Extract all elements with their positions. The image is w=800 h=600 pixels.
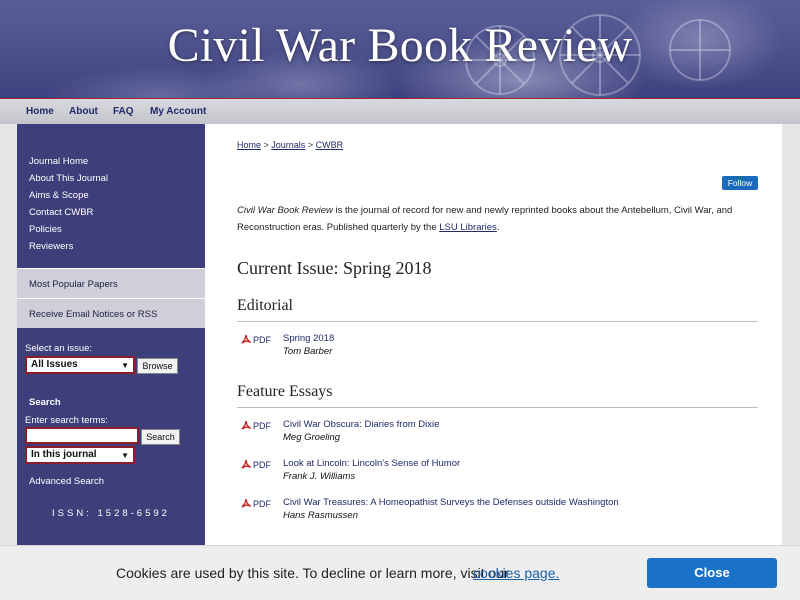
nav-about[interactable]: About [69,106,98,117]
caret-down-icon: ▼ [121,451,129,460]
breadcrumb-cwbr[interactable]: CWBR [316,140,344,150]
nav-home[interactable]: Home [26,106,54,117]
sidebar-link-about-journal[interactable]: About This Journal [29,173,108,184]
issn-text: ISSN: 1528-6592 [52,508,170,519]
pdf-icon [241,498,253,508]
article-author: Meg Groeling [283,432,341,443]
section-divider [237,407,758,408]
pdf-link[interactable]: PDF [241,420,271,431]
article-author: Frank J. Williams [283,471,356,482]
sidebar-link-reviewers[interactable]: Reviewers [29,241,73,252]
sidebar-link-journal-home[interactable]: Journal Home [29,156,88,167]
pdf-icon [241,459,253,469]
pdf-link[interactable]: PDF [241,334,271,345]
current-issue-heading: Current Issue: Spring 2018 [237,258,432,278]
advanced-search-link[interactable]: Advanced Search [29,476,104,487]
nav-faq[interactable]: FAQ [113,106,134,117]
section-heading-feature-essays: Feature Essays [237,383,333,400]
pdf-label: PDF [253,499,271,509]
most-popular-label: Most Popular Papers [29,279,118,290]
issue-select-value: All Issues [31,359,78,370]
site-banner: Civil War Book Review [0,0,800,98]
nav-my-account[interactable]: My Account [150,106,206,117]
main-content: Home > Journals > CWBR Follow Civil War … [205,124,782,545]
pdf-label: PDF [253,335,271,345]
site-title: Civil War Book Review [167,19,633,72]
most-popular-papers-link[interactable]: Most Popular Papers [17,268,205,298]
sidebar-link-policies[interactable]: Policies [29,224,62,235]
search-input[interactable] [25,427,139,444]
article-title-link[interactable]: Civil War Obscura: Diaries from Dixie [283,419,439,430]
description-end: . [496,222,500,233]
search-scope-select[interactable]: In this journal ▼ [25,446,135,464]
pdf-link[interactable]: PDF [241,459,271,470]
cookie-banner: Cookies are used by this site. To declin… [0,545,800,600]
breadcrumb-separator: > [305,140,316,150]
email-notices-label: Receive Email Notices or RSS [29,309,158,320]
email-notices-link[interactable]: Receive Email Notices or RSS [17,298,205,328]
lsu-libraries-link[interactable]: LSU Libraries [439,222,497,233]
caret-down-icon: ▼ [121,361,129,370]
search-scope-value: In this journal [31,449,97,460]
journal-description: Civil War Book Review is the journal of … [237,202,737,236]
article-author: Hans Rasmussen [283,510,358,521]
sidebar-link-contact[interactable]: Contact CWBR [29,207,93,218]
pdf-label: PDF [253,460,271,470]
journal-name: Civil War Book Review [237,205,333,216]
breadcrumb: Home > Journals > CWBR [237,140,343,150]
cookies-page-link[interactable]: cookies page. [473,565,559,581]
select-issue-label: Select an issue: [25,343,93,354]
breadcrumb-journals[interactable]: Journals [271,140,305,150]
issue-select[interactable]: All Issues ▼ [25,356,135,374]
search-terms-label: Enter search terms: [25,415,108,426]
cookie-message: Cookies are used by this site. To declin… [116,565,509,581]
breadcrumb-separator: > [261,140,272,150]
pdf-label: PDF [253,421,271,431]
article-title-link[interactable]: Spring 2018 [283,333,334,344]
search-heading: Search [29,397,61,408]
sidebar: Journal Home About This Journal Aims & S… [17,124,205,545]
pdf-icon [241,420,253,430]
follow-button[interactable]: Follow [722,176,758,190]
close-button[interactable]: Close [647,558,777,588]
article-title-link[interactable]: Civil War Treasures: A Homeopathist Surv… [283,497,619,508]
article-title-link[interactable]: Look at Lincoln: Lincoln's Sense of Humo… [283,458,460,469]
pdf-icon [241,334,253,344]
browse-button[interactable]: Browse [137,358,178,374]
article-author: Tom Barber [283,346,333,357]
top-navigation: Home About FAQ My Account [0,98,800,124]
search-button[interactable]: Search [141,429,180,445]
breadcrumb-home[interactable]: Home [237,140,261,150]
section-divider [237,321,758,322]
sidebar-link-aims-scope[interactable]: Aims & Scope [29,190,89,201]
section-heading-editorial: Editorial [237,297,293,314]
pdf-link[interactable]: PDF [241,498,271,509]
